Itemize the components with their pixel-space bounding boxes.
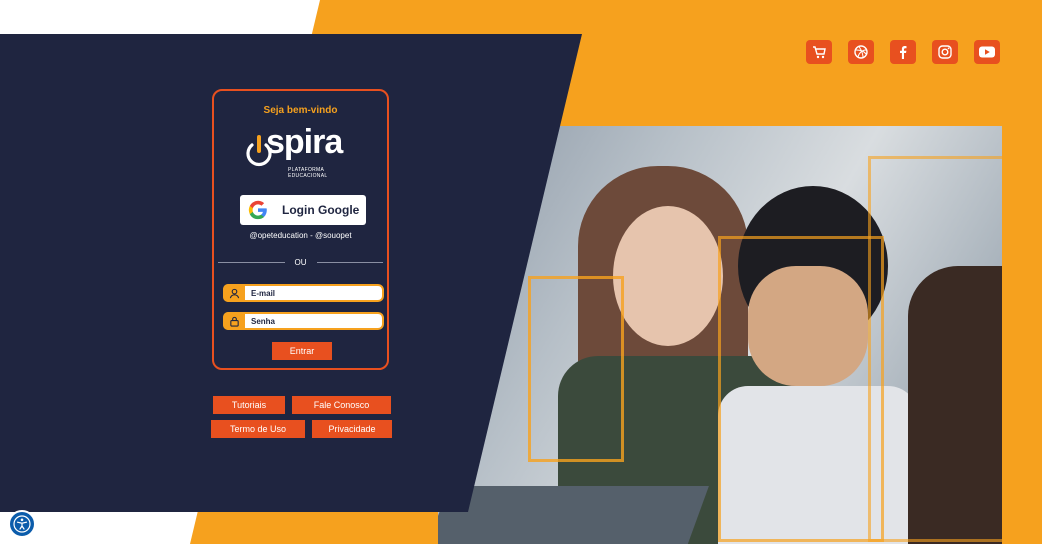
privacy-button[interactable]: Privacidade [312,420,392,438]
logo-word: spira [266,123,343,161]
contact-button[interactable]: Fale Conosco [292,396,391,414]
email-field-wrapper [223,284,384,302]
cart-icon[interactable] [806,40,832,64]
password-field[interactable] [245,315,373,327]
tutorials-button[interactable]: Tutoriais [213,396,285,414]
youtube-icon[interactable] [974,40,1000,64]
or-divider: OU [218,258,383,267]
terms-button[interactable]: Termo de Uso [211,420,305,438]
social-handles: @opeteducation - @souopet [249,231,352,240]
logo-subtitle: PLATAFORMA EDUCACIONAL [288,167,328,179]
divider-line [316,262,383,263]
accessibility-icon [13,515,31,533]
tablet [438,486,709,544]
dribbble-icon[interactable] [848,40,874,64]
accessibility-button[interactable] [8,510,36,538]
instagram-icon[interactable] [932,40,958,64]
frame-outline [718,236,884,542]
frame-outline [528,276,624,462]
user-icon [223,284,245,302]
student-face [613,206,723,346]
login-card: Seja bem-vindo spira PLATAFORMA EDUCACIO… [212,89,389,370]
welcome-text: Seja bem-vindo [263,105,338,116]
google-login-label: Login Google [282,203,360,217]
frame-outline [868,156,1002,542]
submit-button[interactable]: Entrar [272,342,332,360]
facebook-icon[interactable] [890,40,916,64]
email-field[interactable] [245,287,373,299]
lock-icon [223,312,245,330]
google-icon [244,199,272,221]
social-links [806,40,1000,64]
inspira-logo: spira PLATAFORMA EDUCACIONAL [244,123,364,179]
google-login-button[interactable]: Login Google [240,195,366,225]
or-label: OU [294,258,307,267]
password-field-wrapper [223,312,384,330]
divider-line [218,262,285,263]
